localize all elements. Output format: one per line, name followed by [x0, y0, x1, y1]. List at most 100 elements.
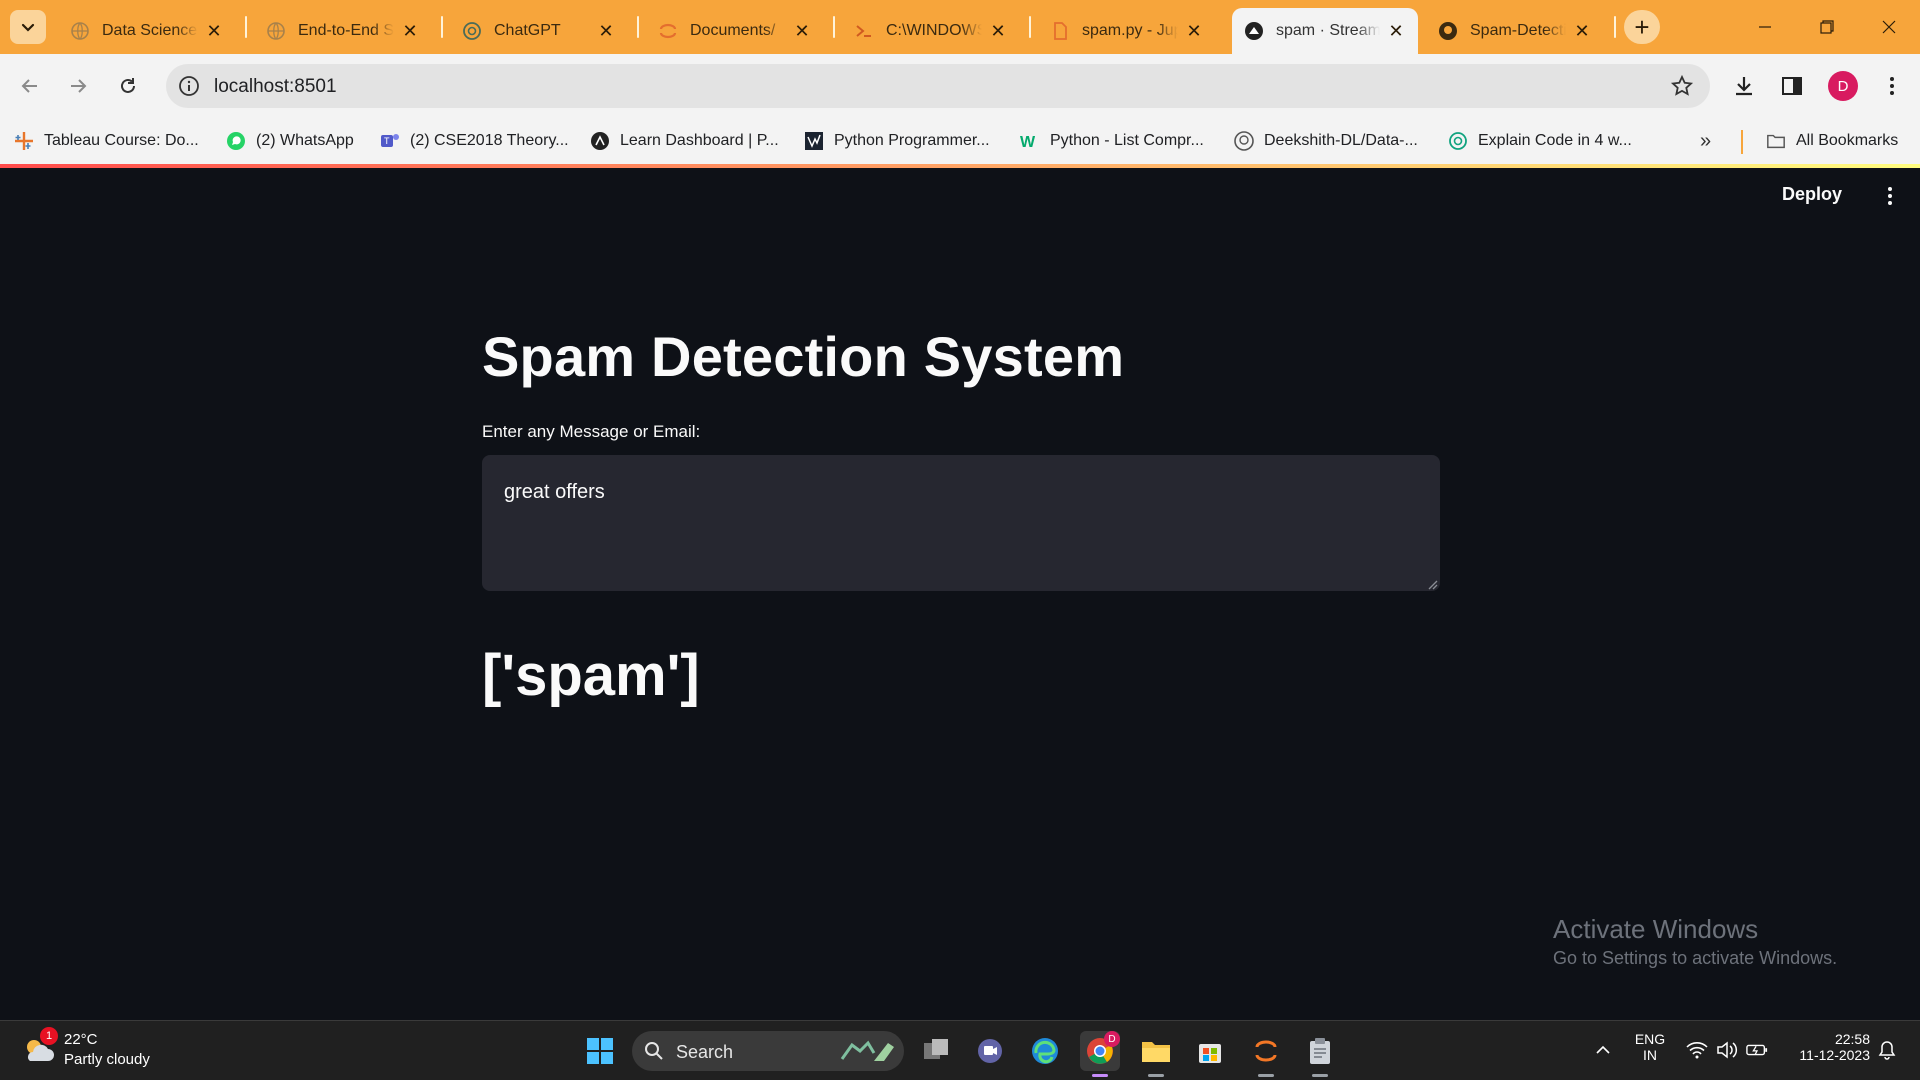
- learn-icon: [590, 131, 610, 151]
- page-title: Spam Detection System: [482, 325, 1125, 388]
- running-indicator: [1148, 1074, 1164, 1077]
- tab-title: C:\WINDOWS: [886, 22, 982, 39]
- message-input[interactable]: [482, 455, 1440, 591]
- wifi-status[interactable]: [1686, 1039, 1708, 1061]
- close-icon[interactable]: ✕: [1572, 21, 1592, 41]
- tab-search-button[interactable]: [10, 10, 46, 44]
- side-panel-button[interactable]: [1778, 72, 1806, 100]
- search-label: Search: [676, 1042, 734, 1062]
- close-window-button[interactable]: [1858, 0, 1920, 54]
- url-text[interactable]: localhost:8501: [214, 76, 337, 98]
- taskbar-search[interactable]: Search: [632, 1031, 904, 1071]
- tab-documents[interactable]: Documents/ ✕: [646, 8, 824, 54]
- close-icon[interactable]: ✕: [400, 21, 420, 41]
- bookmark-github-deekshith[interactable]: Deekshith-DL/Data-...: [1234, 126, 1418, 156]
- battery-status[interactable]: [1746, 1039, 1768, 1061]
- edge-button[interactable]: [1025, 1031, 1065, 1071]
- bookmark-whatsapp[interactable]: (2) WhatsApp: [226, 126, 354, 156]
- new-tab-button[interactable]: +: [1624, 10, 1660, 44]
- streamlit-app: Deploy Spam Detection System Enter any M…: [0, 164, 1920, 1020]
- bookmark-label: Python - List Compr...: [1050, 132, 1204, 149]
- language-code: ENG: [1634, 1031, 1666, 1047]
- close-icon[interactable]: ✕: [792, 21, 812, 41]
- message-input-label: Enter any Message or Email:: [482, 422, 701, 441]
- teams-chat-button[interactable]: [970, 1031, 1010, 1071]
- tab-separator: [833, 16, 835, 38]
- restore-button[interactable]: [1796, 0, 1858, 54]
- w3-icon: W: [1020, 131, 1040, 151]
- svg-text:T: T: [384, 136, 390, 146]
- tab-cmd[interactable]: C:\WINDOWS ✕: [842, 8, 1020, 54]
- info-icon[interactable]: [178, 75, 200, 97]
- tab-separator: [441, 16, 443, 38]
- folder-icon: [1142, 1042, 1170, 1062]
- activate-windows-subtitle: Go to Settings to activate Windows.: [1553, 948, 1838, 968]
- chrome-profile-badge: D: [1104, 1031, 1120, 1047]
- clipboard-app-button[interactable]: [1300, 1031, 1340, 1077]
- tab-github-spam[interactable]: Spam-Detecti ✕: [1426, 8, 1604, 54]
- svg-text:W: W: [1020, 134, 1036, 151]
- close-icon[interactable]: ✕: [988, 21, 1008, 41]
- show-hidden-icons-button[interactable]: [1592, 1039, 1614, 1061]
- weather-widget[interactable]: 1 22°C Partly cloudy: [22, 1027, 222, 1073]
- resize-handle-icon[interactable]: [1426, 578, 1438, 590]
- jupyter-button[interactable]: [1246, 1031, 1286, 1077]
- tab-chatgpt[interactable]: ChatGPT ✕: [450, 8, 628, 54]
- clock[interactable]: 22:58 11-12-2023: [1780, 1031, 1870, 1063]
- downloads-button[interactable]: [1730, 72, 1758, 100]
- bookmark-python-programmer[interactable]: Python Programmer...: [804, 126, 990, 156]
- all-bookmarks-button[interactable]: All Bookmarks: [1766, 126, 1898, 156]
- browser-menu-button[interactable]: [1878, 72, 1906, 100]
- teams-icon: T: [380, 131, 400, 151]
- start-button[interactable]: [580, 1031, 620, 1071]
- forward-button[interactable]: [62, 70, 94, 102]
- bookmark-tableau[interactable]: Tableau Course: Do...: [14, 126, 199, 156]
- weather-condition: Partly cloudy: [64, 1051, 150, 1068]
- tab-end-to-end[interactable]: End-to-End Sp ✕: [254, 8, 432, 54]
- bookmark-learn-dashboard[interactable]: Learn Dashboard | P...: [590, 126, 779, 156]
- bookmark-label: Deekshith-DL/Data-...: [1264, 132, 1418, 149]
- tab-spam-streamlit[interactable]: spam · Stream ✕: [1232, 8, 1418, 54]
- close-icon[interactable]: ✕: [596, 21, 616, 41]
- bookmark-star-icon[interactable]: [1670, 74, 1694, 98]
- bookmark-label: Learn Dashboard | P...: [620, 132, 779, 149]
- close-icon[interactable]: ✕: [1184, 21, 1204, 41]
- tab-title: spam.py - Jup: [1082, 22, 1178, 39]
- deploy-button[interactable]: Deploy: [1782, 184, 1842, 205]
- back-button[interactable]: [14, 70, 46, 102]
- profile-avatar[interactable]: D: [1828, 71, 1858, 101]
- download-icon: [1736, 77, 1752, 96]
- prediction-result: ['spam']: [482, 643, 700, 708]
- close-icon[interactable]: ✕: [1386, 21, 1406, 41]
- language-indicator[interactable]: ENG IN: [1630, 1031, 1670, 1063]
- tab-title: Spam-Detecti: [1470, 22, 1566, 39]
- all-bookmarks-label: All Bookmarks: [1796, 132, 1899, 149]
- close-icon[interactable]: ✕: [204, 21, 224, 41]
- tab-spam-py[interactable]: spam.py - Jup ✕: [1038, 8, 1216, 54]
- tab-separator: [245, 16, 247, 38]
- app-menu-button[interactable]: [1878, 184, 1902, 208]
- bookmark-cse2018[interactable]: T (2) CSE2018 Theory...: [380, 126, 569, 156]
- bookmark-explain-code[interactable]: Explain Code in 4 w...: [1448, 126, 1632, 156]
- tab-title: Data Science: [102, 22, 198, 39]
- bookmarks-overflow-button[interactable]: »: [1700, 130, 1711, 153]
- minimize-button[interactable]: [1734, 0, 1796, 54]
- clock-date: 11-12-2023: [1799, 1047, 1870, 1063]
- volume-status[interactable]: [1716, 1039, 1738, 1061]
- more-vertical-icon: [1890, 77, 1894, 95]
- notifications-button[interactable]: [1876, 1039, 1898, 1061]
- wifi-icon: [1686, 1042, 1708, 1059]
- bookmark-label: (2) WhatsApp: [256, 132, 354, 149]
- active-indicator: [1092, 1074, 1108, 1077]
- tab-data-science[interactable]: Data Science ✕: [58, 8, 236, 54]
- file-explorer-button[interactable]: [1136, 1031, 1176, 1077]
- chrome-button[interactable]: D: [1080, 1031, 1120, 1077]
- address-bar[interactable]: localhost:8501: [166, 64, 1710, 108]
- github-icon: [1234, 131, 1254, 151]
- bookmark-label: Tableau Course: Do...: [44, 132, 199, 149]
- reload-button[interactable]: [112, 70, 144, 102]
- task-view-button[interactable]: [916, 1031, 956, 1071]
- region-code: IN: [1643, 1047, 1657, 1063]
- bookmark-python-list-comp[interactable]: W Python - List Compr...: [1020, 126, 1204, 156]
- microsoft-store-button[interactable]: [1190, 1031, 1230, 1071]
